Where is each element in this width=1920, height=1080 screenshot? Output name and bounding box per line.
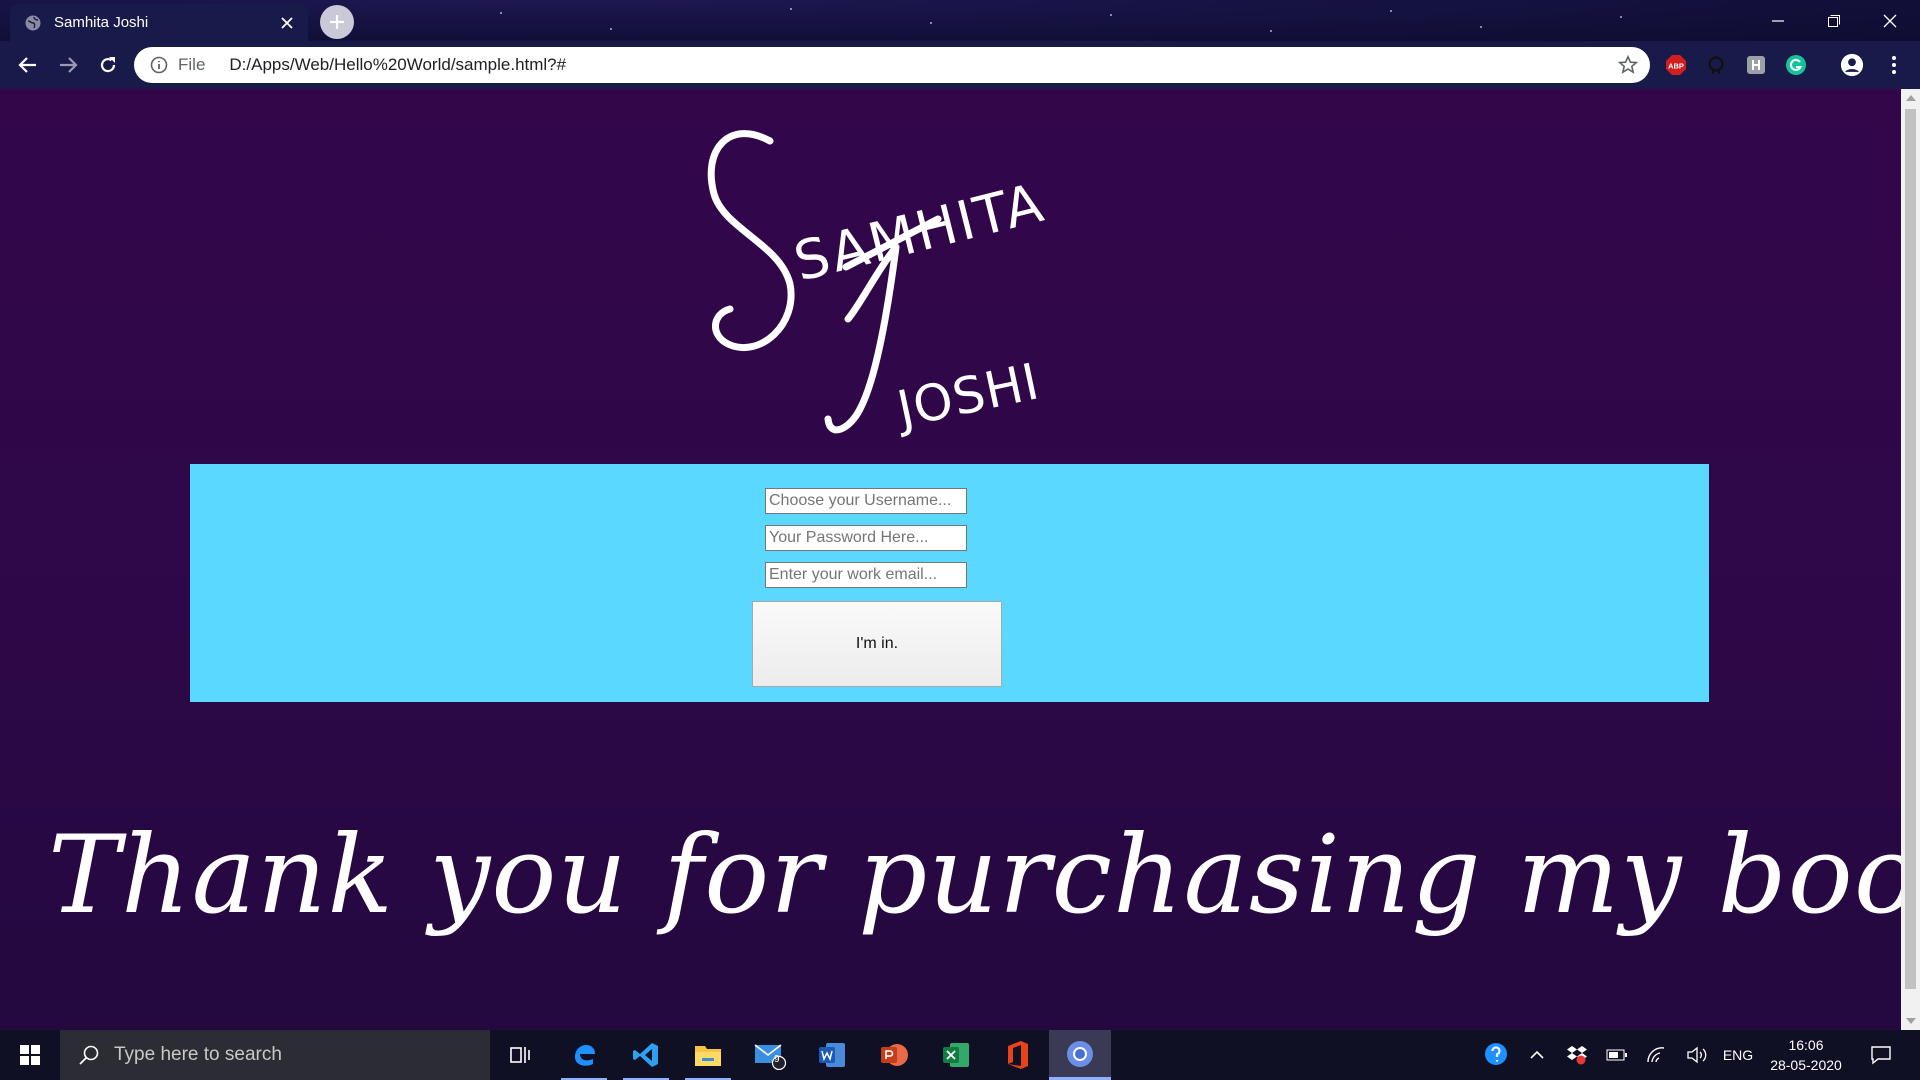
taskbar-search-box[interactable]: Type here to search: [60, 1030, 490, 1080]
volume-icon[interactable]: [1680, 1030, 1714, 1080]
battery-icon[interactable]: [1600, 1030, 1634, 1080]
mail-icon: [754, 1044, 787, 1070]
signup-panel: I'm in.: [190, 464, 1709, 702]
reload-icon: [100, 57, 116, 73]
arrow-left-icon: [18, 57, 36, 73]
tab-title: Samhita Joshi: [54, 14, 149, 31]
taskbar-clock[interactable]: 16:06 28-05-2020: [1764, 1030, 1848, 1080]
globe-icon: [25, 15, 41, 30]
decorative-star: [930, 22, 932, 24]
page-scrollbar[interactable]: [1901, 89, 1920, 1030]
search-placeholder: Type here to search: [114, 1044, 282, 1065]
new-tab-button[interactable]: [320, 5, 354, 39]
folder-icon: [695, 1046, 721, 1066]
logo-line2: JOSHI: [890, 352, 1045, 439]
notification-icon: [1871, 1046, 1891, 1065]
address-bar[interactable]: File D:/Apps/Web/Hello%20World/sample.ht…: [134, 47, 1650, 83]
url-text[interactable]: D:/Apps/Web/Hello%20World/sample.html?#: [229, 55, 1618, 75]
browser-toolbar: File D:/Apps/Web/Hello%20World/sample.ht…: [0, 41, 1920, 89]
search-icon: [79, 1045, 99, 1065]
taskbar-app-office[interactable]: [987, 1030, 1049, 1080]
taskbar-app-edge[interactable]: [553, 1030, 615, 1080]
extension-icon[interactable]: [1744, 53, 1768, 77]
arrow-right-icon: [60, 57, 78, 73]
close-window-button[interactable]: [1862, 0, 1918, 41]
taskbar-app-word[interactable]: [801, 1030, 863, 1080]
task-view-icon: [510, 1047, 530, 1063]
edge-icon: [575, 1045, 595, 1066]
decorative-star: [1480, 26, 1482, 28]
octocat-icon[interactable]: [1704, 53, 1728, 77]
reload-button[interactable]: [92, 49, 124, 81]
submit-button[interactable]: I'm in.: [752, 601, 1002, 687]
close-icon: [1883, 14, 1897, 27]
decorative-star: [1390, 10, 1392, 12]
scrollbar-thumb[interactable]: [1905, 109, 1916, 989]
windows-logo-icon: [20, 1045, 40, 1065]
svg-text:ABP: ABP: [1668, 62, 1684, 71]
username-input[interactable]: [765, 488, 967, 514]
action-center-button[interactable]: [1858, 1030, 1904, 1080]
scroll-down-arrow-icon[interactable]: [1906, 1018, 1916, 1024]
restore-button[interactable]: [1806, 0, 1862, 41]
windows-taskbar: Type here to search 9 ENG 16:06 28-05-20…: [0, 1030, 1920, 1080]
decorative-star: [610, 28, 612, 30]
scroll-up-arrow-icon[interactable]: [1906, 95, 1916, 101]
minimize-icon: [1772, 19, 1784, 22]
task-view-button[interactable]: [490, 1030, 550, 1080]
browser-tab-strip: Samhita Joshi: [0, 0, 1920, 41]
decorative-star: [1110, 14, 1112, 16]
minimize-button[interactable]: [1750, 0, 1806, 41]
help-tray-icon[interactable]: [1480, 1030, 1514, 1080]
powerpoint-icon: [881, 1044, 908, 1066]
browser-menu-icon[interactable]: [1882, 53, 1906, 77]
close-tab-icon[interactable]: [278, 14, 296, 32]
show-hidden-icons-chevron-icon[interactable]: [1522, 1030, 1552, 1080]
taskbar-app-excel[interactable]: [925, 1030, 987, 1080]
clock-time: 16:06: [1788, 1036, 1824, 1053]
samhita-joshi-logo: SAMHITA JOSHI: [707, 130, 1051, 439]
chrome-icon: [1067, 1040, 1093, 1067]
decorative-star: [790, 8, 792, 10]
dropbox-tray-icon[interactable]: [1560, 1030, 1594, 1080]
vscode-icon: [633, 1043, 658, 1067]
forward-button[interactable]: [52, 49, 84, 81]
abp-icon[interactable]: ABP: [1664, 53, 1688, 77]
back-button[interactable]: [12, 49, 44, 81]
info-icon[interactable]: [150, 56, 168, 74]
web-page: SAMHITA JOSHI I'm in. Thank you for purc…: [0, 89, 1901, 1030]
plus-icon: [330, 15, 344, 29]
taskbar-app-chrome[interactable]: [1049, 1030, 1111, 1080]
browser-tab[interactable]: Samhita Joshi: [10, 4, 308, 41]
thank-you-message: Thank you for purchasing my book. Your b…: [48, 813, 1901, 938]
decorative-star: [500, 12, 502, 14]
password-input[interactable]: [765, 525, 967, 551]
word-icon: [819, 1043, 845, 1067]
bookmark-star-icon[interactable]: [1618, 55, 1638, 75]
decorative-star: [1270, 30, 1272, 32]
grammarly-icon[interactable]: [1784, 53, 1808, 77]
taskbar-app-vscode[interactable]: [615, 1030, 677, 1080]
start-button[interactable]: [0, 1030, 60, 1080]
taskbar-app-powerpoint[interactable]: [863, 1030, 925, 1080]
wifi-icon[interactable]: [1640, 1030, 1674, 1080]
mail-badge-count: 9: [774, 1054, 780, 1065]
taskbar-app-mail[interactable]: 9: [739, 1030, 801, 1080]
profile-avatar-icon[interactable]: [1840, 53, 1864, 77]
restore-icon: [1828, 14, 1840, 27]
language-indicator[interactable]: ENG: [1718, 1030, 1758, 1080]
clock-date: 28-05-2020: [1770, 1057, 1842, 1073]
taskbar-app-file-explorer[interactable]: [677, 1030, 739, 1080]
decorative-star: [1620, 16, 1622, 18]
excel-icon: [943, 1043, 969, 1067]
email-input[interactable]: [765, 562, 967, 588]
office-icon: [1008, 1041, 1028, 1069]
url-scheme-label: File: [178, 55, 206, 74]
